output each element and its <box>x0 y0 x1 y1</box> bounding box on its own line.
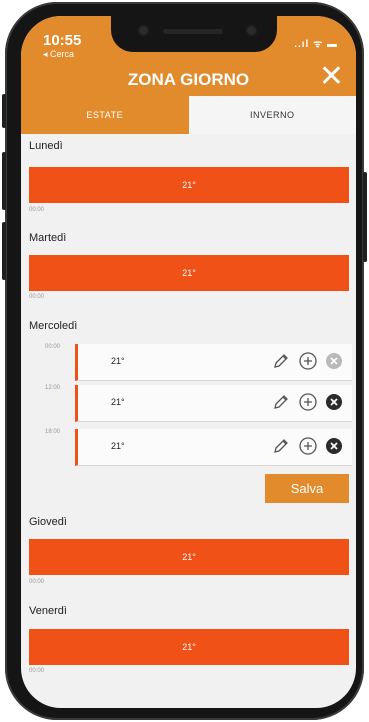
add-icon[interactable] <box>298 392 318 412</box>
status-indicators: ..ıl ᯤ ▬ <box>294 39 338 50</box>
slot-temperature: 21° <box>111 397 125 407</box>
slot-time: 12:00 <box>45 385 61 391</box>
slot-temperature: 21° <box>111 356 125 366</box>
remove-icon[interactable] <box>324 351 344 371</box>
add-icon[interactable] <box>298 436 318 456</box>
phone-frame: 10:55 ◂ Cerca ..ıl ᯤ ▬ ZONA GIORNO ✕ EST… <box>2 2 367 720</box>
day-label-venerdi: Venerdì <box>29 605 67 617</box>
volume-down-button <box>2 222 6 280</box>
day-label-lunedi: Lunedì <box>29 140 63 152</box>
time-label: 00:00 <box>29 294 45 300</box>
schedule-slot: 21° <box>75 429 352 466</box>
tab-estate[interactable]: ESTATE <box>21 96 189 134</box>
save-button[interactable]: Salva <box>265 474 349 503</box>
remove-icon[interactable] <box>324 436 344 456</box>
volume-up-button <box>2 152 6 210</box>
day-label-mercoledi: Mercoledì <box>29 320 78 332</box>
power-button <box>363 172 367 262</box>
day-label-giovedi: Giovedì <box>29 516 67 528</box>
close-icon[interactable]: ✕ <box>319 62 344 92</box>
camera-icon <box>139 26 148 35</box>
time-label: 00:00 <box>29 668 45 674</box>
add-icon[interactable] <box>298 351 318 371</box>
slot-time: 00:00 <box>45 344 61 350</box>
time-label: 00:00 <box>29 579 45 585</box>
day-label-martedi: Martedì <box>29 232 67 244</box>
remove-icon[interactable] <box>324 392 344 412</box>
slot-time: 18:00 <box>45 429 61 435</box>
temperature-bar-venerdi[interactable]: 21° <box>29 629 349 665</box>
speaker-grille <box>163 29 223 34</box>
sensor-icon <box>247 26 256 35</box>
app-screen: 10:55 ◂ Cerca ..ıl ᯤ ▬ ZONA GIORNO ✕ EST… <box>21 16 356 708</box>
back-to-search-link[interactable]: ◂ Cerca <box>43 49 74 60</box>
edit-icon[interactable] <box>271 351 291 371</box>
edit-icon[interactable] <box>271 392 291 412</box>
temperature-bar-martedi[interactable]: 21° <box>29 255 349 291</box>
phone-notch <box>111 16 277 52</box>
tab-inverno[interactable]: INVERNO <box>188 96 356 134</box>
time-label: 00:00 <box>29 207 45 213</box>
schedule-slot: 21° <box>75 344 352 381</box>
schedule-slot: 21° <box>75 385 352 422</box>
page-title: ZONA GIORNO <box>127 70 250 89</box>
temperature-bar-giovedi[interactable]: 21° <box>29 539 349 575</box>
side-button <box>2 94 6 128</box>
slot-temperature: 21° <box>111 441 125 451</box>
temperature-bar-lunedi[interactable]: 21° <box>29 167 349 203</box>
season-tabs: ESTATE INVERNO <box>21 96 356 134</box>
status-time: 10:55 <box>43 32 82 49</box>
edit-icon[interactable] <box>271 436 291 456</box>
